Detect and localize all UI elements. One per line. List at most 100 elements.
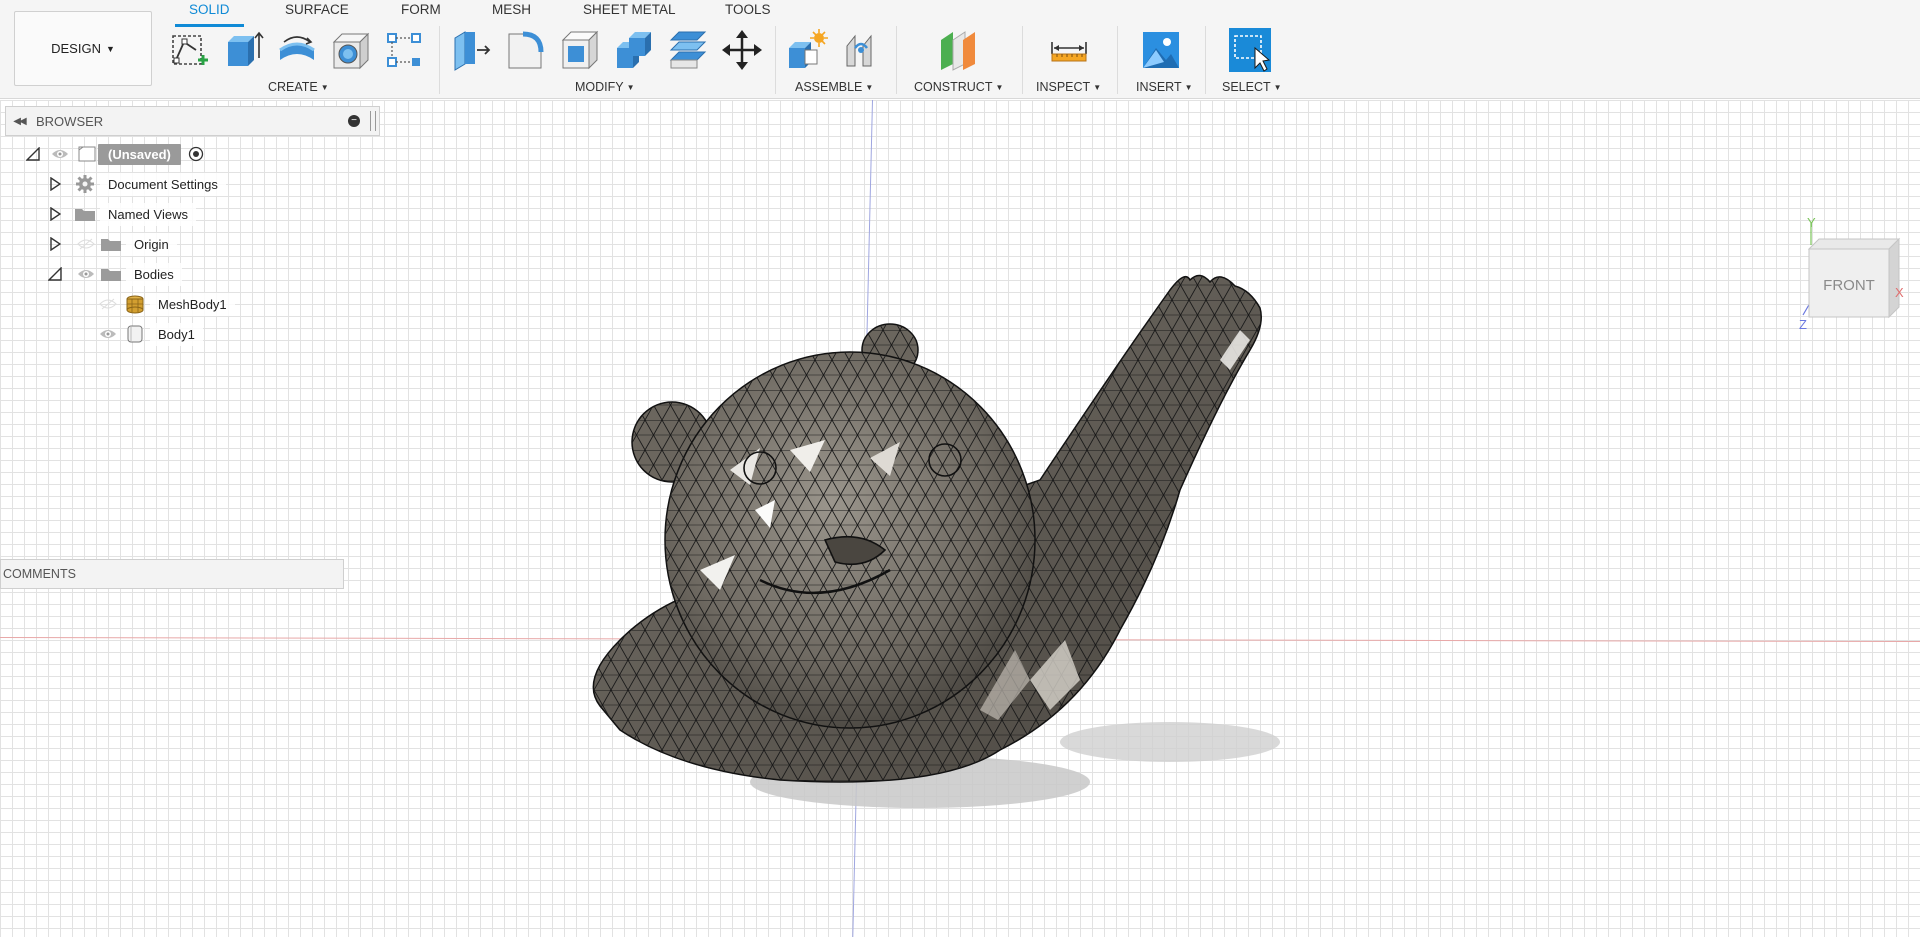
inspect-menu[interactable]: INSPECT ▼ — [1036, 80, 1101, 94]
select-menu[interactable]: SELECT ▼ — [1222, 80, 1282, 94]
tab-mesh[interactable]: MESH — [492, 2, 531, 26]
browser-item-label: Bodies — [126, 262, 182, 286]
folder-icon — [100, 234, 122, 254]
3d-viewport[interactable]: FRONT Y X Z — [0, 100, 1920, 937]
eye-icon[interactable] — [50, 147, 70, 161]
expanded-triangle-icon[interactable] — [24, 145, 42, 163]
select-icon — [1229, 28, 1271, 72]
tab-surface[interactable]: SURFACE — [285, 2, 349, 26]
hole-icon — [332, 32, 370, 70]
toolbar: DESIGN ▼ SOLID SURFACE FORM MESH SHEET M… — [0, 0, 1920, 99]
collapsed-triangle-icon[interactable] — [46, 235, 64, 253]
caret-down-icon: ▼ — [105, 43, 115, 54]
mesh-body-model[interactable] — [560, 210, 1320, 830]
browser-item-document-settings[interactable]: Document Settings — [46, 171, 226, 197]
browser-item-origin[interactable]: Origin — [46, 231, 177, 257]
toolbar-divider — [439, 26, 440, 94]
fillet-button[interactable] — [505, 28, 547, 72]
browser-item-named-views[interactable]: Named Views — [46, 201, 196, 227]
collapsed-triangle-icon[interactable] — [46, 175, 64, 193]
press-pull-icon — [454, 31, 491, 71]
create-menu[interactable]: CREATE ▼ — [268, 80, 329, 94]
tab-form[interactable]: FORM — [401, 2, 441, 26]
joint-icon — [846, 34, 872, 67]
pin-icon[interactable] — [370, 111, 376, 131]
modify-menu[interactable]: MODIFY ▼ — [575, 80, 635, 94]
press-pull-button[interactable] — [451, 28, 493, 72]
move-button[interactable] — [721, 28, 763, 72]
assemble-menu[interactable]: ASSEMBLE ▼ — [795, 80, 873, 94]
browser-root-row[interactable]: (Unsaved) — [24, 141, 205, 167]
document-icon — [76, 144, 98, 164]
shell-button[interactable] — [559, 28, 601, 72]
comments-title: COMMENTS — [3, 567, 76, 581]
root-document-label: (Unsaved) — [98, 143, 181, 165]
activate-radio-icon[interactable] — [187, 145, 205, 163]
minimize-icon[interactable]: − — [348, 115, 360, 127]
offset-face-icon — [669, 31, 707, 69]
view-cube[interactable]: FRONT Y X Z — [1795, 215, 1905, 335]
collapsed-triangle-icon[interactable] — [46, 205, 64, 223]
workspace-label: DESIGN — [51, 41, 101, 56]
caret-down-icon: ▼ — [865, 83, 874, 92]
browser-item-bodies[interactable]: Bodies — [46, 261, 182, 287]
eye-hidden-icon[interactable] — [98, 297, 118, 311]
mesh-body-icon — [124, 294, 146, 314]
comments-panel-header[interactable]: COMMENTS — [0, 559, 344, 589]
assemble-menu-label: ASSEMBLE — [795, 80, 863, 94]
eye-icon[interactable] — [98, 327, 118, 341]
offset-plane-button[interactable] — [937, 28, 979, 72]
caret-down-icon: ▼ — [626, 83, 635, 92]
offset-plane-icon — [941, 31, 975, 71]
insert-menu[interactable]: INSERT ▼ — [1136, 80, 1193, 94]
construct-menu[interactable]: CONSTRUCT ▼ — [914, 80, 1003, 94]
offset-face-button[interactable] — [667, 28, 709, 72]
extrude-button[interactable] — [222, 28, 264, 72]
select-button[interactable] — [1229, 28, 1271, 72]
tab-solid[interactable]: SOLID — [175, 2, 243, 27]
combine-button[interactable] — [613, 28, 655, 72]
eye-hidden-icon[interactable] — [76, 237, 96, 251]
shell-icon — [561, 30, 599, 70]
expanded-triangle-icon[interactable] — [46, 265, 64, 283]
caret-down-icon: ▼ — [1093, 83, 1102, 92]
gear-icon — [74, 174, 96, 194]
insert-menu-label: INSERT — [1136, 80, 1182, 94]
toolbar-divider — [1205, 26, 1206, 94]
tab-sheet-metal[interactable]: SHEET METAL — [583, 2, 676, 26]
fillet-icon — [508, 31, 544, 69]
collapse-panel-icon[interactable]: ◀◀ — [6, 116, 32, 127]
tab-tools[interactable]: TOOLS — [725, 2, 771, 26]
browser-item-body1[interactable]: Body1 — [98, 321, 203, 347]
folder-icon — [100, 264, 122, 284]
inspect-menu-label: INSPECT — [1036, 80, 1091, 94]
revolve-icon — [279, 36, 315, 60]
workspace-switcher-button[interactable]: DESIGN ▼ — [14, 11, 152, 86]
create-sketch-button[interactable] — [168, 28, 210, 72]
y-axis-label: Y — [1807, 215, 1816, 230]
browser-item-label: Named Views — [100, 202, 196, 226]
new-component-button[interactable] — [787, 28, 829, 72]
z-axis-label: Z — [1799, 317, 1807, 332]
toolbar-divider — [1022, 26, 1023, 94]
measure-button[interactable] — [1048, 28, 1090, 72]
browser-item-meshbody1[interactable]: MeshBody1 — [98, 291, 235, 317]
eye-icon[interactable] — [76, 267, 96, 281]
extrude-icon — [228, 31, 264, 66]
create-menu-label: CREATE — [268, 80, 318, 94]
x-axis-label: X — [1895, 285, 1904, 300]
create-sketch-icon — [172, 35, 208, 65]
insert-image-button[interactable] — [1140, 28, 1182, 72]
pattern-button[interactable] — [384, 28, 426, 72]
pattern-icon — [387, 33, 421, 67]
select-menu-label: SELECT — [1222, 80, 1271, 94]
caret-down-icon: ▼ — [995, 83, 1004, 92]
caret-down-icon: ▼ — [1273, 83, 1282, 92]
revolve-button[interactable] — [276, 28, 318, 72]
combine-icon — [617, 32, 651, 68]
toolbar-divider — [775, 26, 776, 94]
measure-icon — [1051, 42, 1087, 62]
joint-button[interactable] — [841, 28, 883, 72]
hole-button[interactable] — [330, 28, 372, 72]
browser-item-label: Document Settings — [100, 172, 226, 196]
